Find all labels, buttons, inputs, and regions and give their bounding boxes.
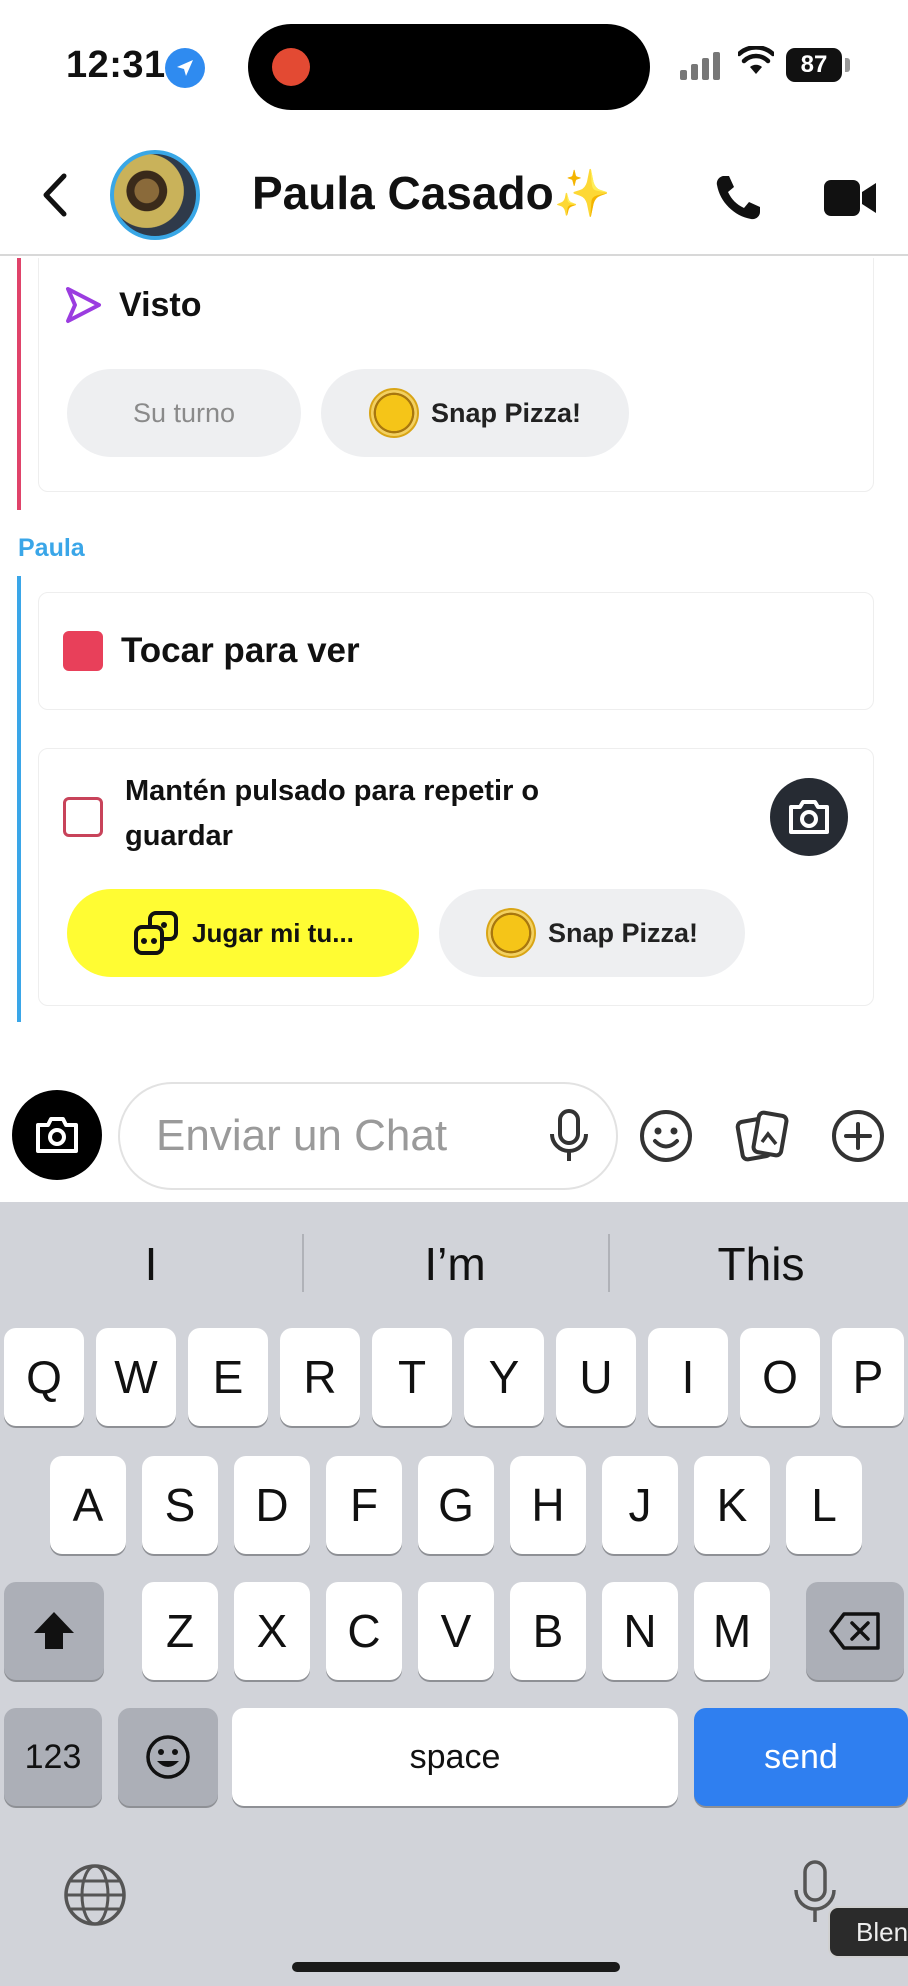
snap-pizza-lens-icon [485,908,536,958]
key-j[interactable]: J [602,1456,678,1554]
back-chevron-icon[interactable] [36,170,76,220]
tooltip: Blen [828,1906,908,1958]
game-controller-icon [134,911,179,955]
your-turn-pill[interactable]: Su turno [67,369,301,457]
camera-button[interactable] [12,1090,102,1180]
lens-pill[interactable]: Snap Pizza! [321,369,629,457]
key-k[interactable]: K [694,1456,770,1554]
my-message-bar [17,258,21,510]
key-o[interactable]: O [740,1328,820,1426]
location-arrow-icon [165,48,205,88]
contact-name[interactable]: Paula Casado✨ [252,166,611,221]
emoji-key[interactable] [118,1708,218,1806]
sent-arrow-icon [66,287,101,323]
suggestion-3[interactable]: This [610,1202,908,1326]
phone-call-icon[interactable] [712,172,764,224]
key-r[interactable]: R [280,1328,360,1426]
key-d[interactable]: D [234,1456,310,1554]
snap-card[interactable]: Tocar para ver [38,592,874,710]
battery-indicator: 87 [786,48,842,82]
shift-key[interactable] [4,1582,104,1680]
snap-pizza-lens-icon [368,388,419,438]
cellular-signal-icon [680,50,720,80]
microphone-icon[interactable] [544,1108,594,1164]
key-w[interactable]: W [96,1328,176,1426]
key-u[interactable]: U [556,1328,636,1426]
opened-snap-icon [63,797,103,837]
key-l[interactable]: L [786,1456,862,1554]
chat-input-placeholder: Enviar un Chat [156,1111,448,1160]
friend-message-bar [17,576,21,1022]
key-g[interactable]: G [418,1456,494,1554]
camera-icon [789,800,829,834]
key-s[interactable]: S [142,1456,218,1554]
key-h[interactable]: H [510,1456,586,1554]
replay-text-line1: Mantén pulsado para repetir o [125,775,540,807]
recording-indicator-icon [272,48,310,86]
reply-camera-button[interactable] [770,778,848,856]
key-z[interactable]: Z [142,1582,218,1680]
key-i[interactable]: I [648,1328,728,1426]
emoji-icon[interactable] [638,1108,694,1164]
suggestion-2[interactable]: I’m [304,1202,606,1326]
backspace-key[interactable] [806,1582,904,1680]
status-time: 12:31 [66,44,166,86]
key-n[interactable]: N [602,1582,678,1680]
emoji-icon [146,1735,190,1779]
status-bar: 12:31 87 [0,0,908,132]
lens-pill-2[interactable]: Snap Pizza! [439,889,745,977]
keyboard: I I’m This Q W E R T Y U I O P A S D F G… [0,1202,908,1986]
your-turn-label: Su turno [132,397,236,428]
chat-input-bar: Enviar un Chat [0,1068,908,1202]
key-x[interactable]: X [234,1582,310,1680]
backspace-icon [829,1612,880,1650]
key-v[interactable]: V [418,1582,494,1680]
space-key[interactable]: space [232,1708,678,1806]
play-game-button[interactable]: Jugar mi tu... [67,889,419,977]
shift-arrow-icon [34,1612,74,1649]
key-y[interactable]: Y [464,1328,544,1426]
snap-text: Tocar para ver [121,631,360,670]
chat-messages[interactable]: Visto Su turno Snap Pizza! Paula Tocar p… [0,258,908,1068]
sent-game-card[interactable]: Visto Su turno Snap Pizza! [38,258,874,492]
key-t[interactable]: T [372,1328,452,1426]
chat-input[interactable]: Enviar un Chat [118,1082,618,1190]
send-key[interactable]: send [694,1708,908,1806]
memories-icon[interactable] [734,1108,790,1164]
key-m[interactable]: M [694,1582,770,1680]
message-status: Visto [119,285,202,324]
numbers-key[interactable]: 123 [4,1708,102,1806]
lens-label-2: Snap Pizza! [547,917,699,948]
suggestion-1[interactable]: I [0,1202,302,1326]
play-game-label: Jugar mi tu... [192,917,354,948]
chat-header: Paula Casado✨ [0,132,908,256]
replay-text-line2: guardar [125,820,233,852]
unopened-snap-icon [63,631,103,671]
globe-icon[interactable] [62,1862,128,1928]
plus-icon[interactable] [830,1108,886,1164]
key-q[interactable]: Q [4,1328,84,1426]
key-b[interactable]: B [510,1582,586,1680]
video-call-icon[interactable] [822,174,878,222]
battery-tip [845,58,850,72]
key-f[interactable]: F [326,1456,402,1554]
key-c[interactable]: C [326,1582,402,1680]
camera-icon [36,1117,78,1153]
lens-label: Snap Pizza! [430,397,582,428]
key-a[interactable]: A [50,1456,126,1554]
sender-name: Paula [18,534,85,562]
wifi-icon [738,46,774,74]
key-e[interactable]: E [188,1328,268,1426]
key-p[interactable]: P [832,1328,904,1426]
replay-card[interactable]: Mantén pulsado para repetir o guardar Ju… [38,748,874,1006]
contact-avatar[interactable] [110,150,200,240]
home-indicator[interactable] [292,1962,620,1972]
